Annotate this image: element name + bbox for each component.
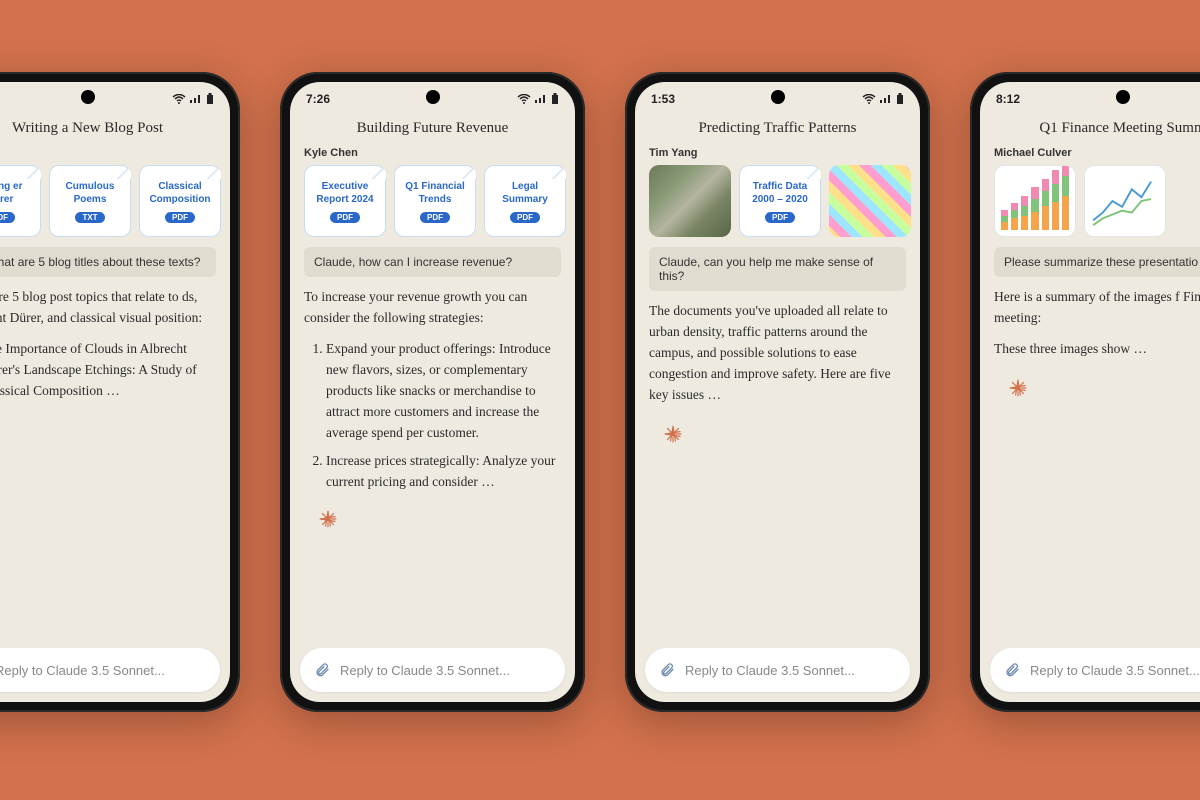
attachment-file-type: PDF bbox=[0, 212, 15, 223]
attachment-file[interactable]: Classical Composition PDF bbox=[139, 165, 221, 237]
signal-icon bbox=[534, 94, 548, 104]
paperclip-icon[interactable] bbox=[1004, 662, 1020, 678]
status-bar: 8:12 bbox=[980, 82, 1200, 116]
attachment-file-type: PDF bbox=[165, 212, 195, 223]
wifi-icon bbox=[862, 94, 876, 104]
user-prompt: Claude, can you help me make sense of th… bbox=[649, 247, 906, 291]
attachment-file-name: Legal Summary bbox=[489, 181, 561, 206]
author-name: Tim Yang bbox=[635, 147, 920, 165]
phone-mockup: 1:53 Predicting Traffic Patterns Tim Yan… bbox=[625, 72, 930, 712]
camera-cutout-icon bbox=[426, 90, 440, 104]
page-title: Writing a New Blog Post bbox=[0, 116, 230, 147]
attachment-image[interactable] bbox=[649, 165, 731, 237]
phone-screen: 7:26 Building Future Revenue Kyle Chen E… bbox=[290, 82, 575, 702]
battery-icon bbox=[206, 93, 214, 105]
attachment-file-name: Classical Composition bbox=[144, 181, 216, 206]
attachment-file[interactable]: Cumulous Poems TXT bbox=[49, 165, 131, 237]
user-prompt: Claude, how can I increase revenue? bbox=[304, 247, 561, 277]
page-title: Predicting Traffic Patterns bbox=[635, 116, 920, 147]
status-icons bbox=[172, 93, 214, 105]
status-time: 1:53 bbox=[651, 92, 675, 106]
claude-spark-icon bbox=[318, 509, 338, 529]
attachment-file-name: Traffic Data 2000 – 2020 bbox=[744, 181, 816, 206]
signal-icon bbox=[879, 94, 893, 104]
reply-input[interactable] bbox=[0, 663, 206, 678]
author-name: Lee bbox=[0, 147, 230, 165]
signal-icon bbox=[189, 94, 203, 104]
response-list-item: Expand your product offerings: Introduce… bbox=[326, 339, 561, 444]
wifi-icon bbox=[172, 94, 186, 104]
phone-screen: 8:12 Q1 Finance Meeting Summ Michael Cul… bbox=[980, 82, 1200, 702]
attachment-file-type: TXT bbox=[75, 212, 104, 223]
user-prompt: de, what are 5 blog titles about these t… bbox=[0, 247, 216, 277]
claude-spark-icon bbox=[1008, 378, 1028, 398]
response-paragraph: The documents you've uploaded all relate… bbox=[649, 301, 906, 406]
assistant-response: Here is a summary of the images f Financ… bbox=[980, 287, 1200, 640]
phone-screen: Writing a New Blog Post Lee ainting er D… bbox=[0, 82, 230, 702]
author-name: Michael Culver bbox=[980, 147, 1200, 165]
paperclip-icon[interactable] bbox=[314, 662, 330, 678]
assistant-response: The documents you've uploaded all relate… bbox=[635, 301, 920, 640]
reply-input[interactable] bbox=[1030, 663, 1200, 678]
battery-icon bbox=[896, 93, 904, 105]
attachment-file[interactable]: ainting er Dürer PDF bbox=[0, 165, 41, 237]
attachment-image[interactable] bbox=[829, 165, 911, 237]
attachment-file-type: PDF bbox=[510, 212, 540, 223]
status-time: 7:26 bbox=[306, 92, 330, 106]
reply-composer[interactable] bbox=[990, 648, 1200, 692]
response-list-item: Increase prices strategically: Analyze y… bbox=[326, 451, 561, 493]
author-name: Kyle Chen bbox=[290, 147, 575, 165]
response-paragraph: , here are 5 blog post topics that relat… bbox=[0, 287, 216, 329]
attachment-chart-line[interactable] bbox=[1084, 165, 1166, 237]
attachment-file-type: PDF bbox=[420, 212, 450, 223]
reply-composer[interactable] bbox=[300, 648, 565, 692]
camera-cutout-icon bbox=[81, 90, 95, 104]
attachments-row: ainting er Dürer PDF Cumulous Poems TXT … bbox=[0, 165, 230, 247]
attachment-file-type: PDF bbox=[765, 212, 795, 223]
attachment-file-name: Q1 Financial Trends bbox=[399, 181, 471, 206]
status-icons bbox=[517, 93, 559, 105]
paperclip-icon[interactable] bbox=[659, 662, 675, 678]
status-bar bbox=[0, 82, 230, 116]
attachment-file-name: Executive Report 2024 bbox=[309, 181, 381, 206]
attachment-file-name: ainting er Dürer bbox=[0, 181, 36, 206]
assistant-response: , here are 5 blog post topics that relat… bbox=[0, 287, 230, 640]
phone-mockup: Writing a New Blog Post Lee ainting er D… bbox=[0, 72, 240, 712]
phone-screen: 1:53 Predicting Traffic Patterns Tim Yan… bbox=[635, 82, 920, 702]
phone-mockup: 8:12 Q1 Finance Meeting Summ Michael Cul… bbox=[970, 72, 1200, 712]
user-prompt: Please summarize these presentatio bbox=[994, 247, 1200, 277]
attachment-file-type: PDF bbox=[330, 212, 360, 223]
attachment-file[interactable]: Executive Report 2024 PDF bbox=[304, 165, 386, 237]
status-time: 8:12 bbox=[996, 92, 1020, 106]
attachment-file[interactable]: Traffic Data 2000 – 2020 PDF bbox=[739, 165, 821, 237]
status-icons bbox=[862, 93, 904, 105]
response-paragraph: To increase your revenue growth you can … bbox=[304, 287, 561, 329]
claude-spark-icon bbox=[663, 424, 683, 444]
camera-cutout-icon bbox=[1116, 90, 1130, 104]
reply-input[interactable] bbox=[340, 663, 551, 678]
attachment-file[interactable]: Q1 Financial Trends PDF bbox=[394, 165, 476, 237]
reply-composer[interactable] bbox=[645, 648, 910, 692]
attachments-row: Executive Report 2024 PDF Q1 Financial T… bbox=[290, 165, 575, 247]
response-paragraph: These three images show … bbox=[994, 339, 1200, 360]
wifi-icon bbox=[517, 94, 531, 104]
response-list-item: The Importance of Clouds in Albrecht Dür… bbox=[0, 339, 216, 402]
page-title: Q1 Finance Meeting Summ bbox=[980, 116, 1200, 147]
page-title: Building Future Revenue bbox=[290, 116, 575, 147]
reply-input[interactable] bbox=[685, 663, 896, 678]
camera-cutout-icon bbox=[771, 90, 785, 104]
attachment-file[interactable]: Legal Summary PDF bbox=[484, 165, 566, 237]
phone-mockup: 7:26 Building Future Revenue Kyle Chen E… bbox=[280, 72, 585, 712]
attachment-file-name: Cumulous Poems bbox=[54, 181, 126, 206]
reply-composer[interactable] bbox=[0, 648, 220, 692]
assistant-response: To increase your revenue growth you can … bbox=[290, 287, 575, 640]
response-paragraph: Here is a summary of the images f Financ… bbox=[994, 287, 1200, 329]
attachments-row bbox=[980, 165, 1200, 247]
attachments-row: Traffic Data 2000 – 2020 PDF bbox=[635, 165, 920, 247]
attachment-chart-bar[interactable] bbox=[994, 165, 1076, 237]
battery-icon bbox=[551, 93, 559, 105]
